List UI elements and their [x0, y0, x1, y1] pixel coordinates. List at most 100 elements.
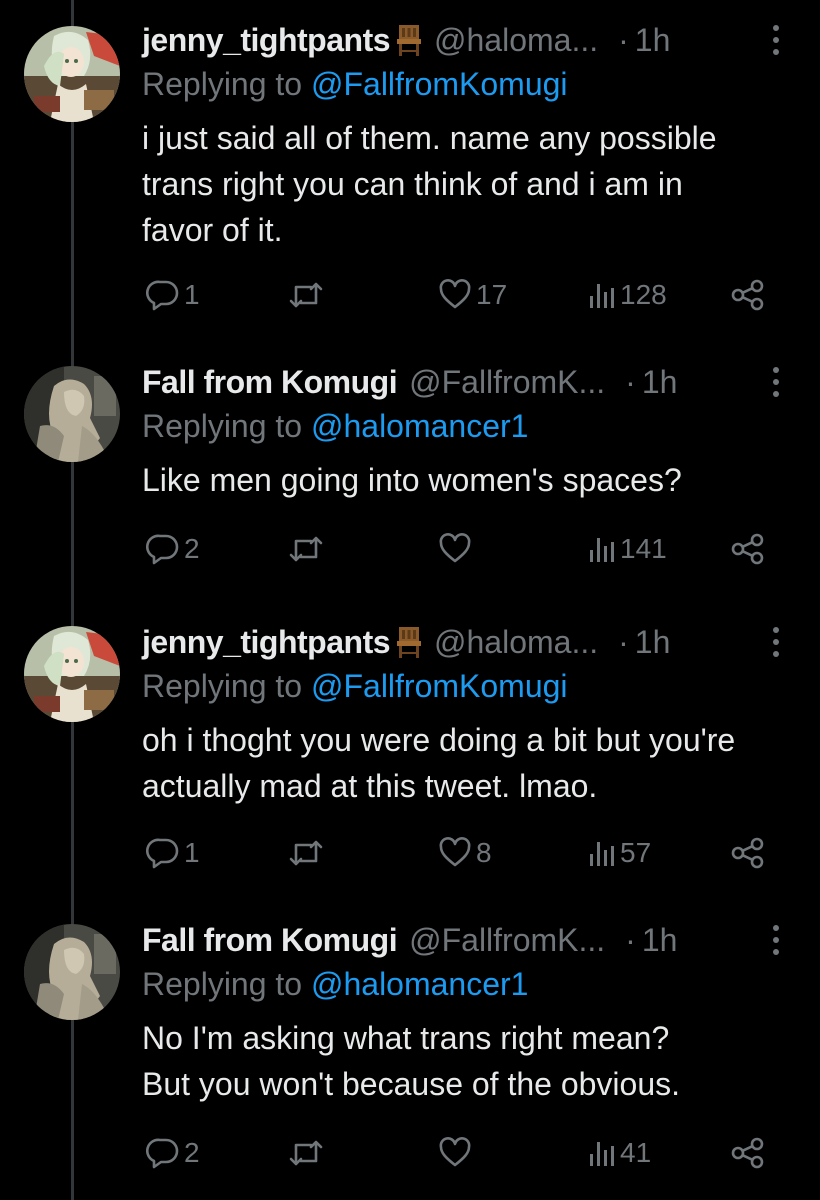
reply-count: 1: [184, 837, 200, 868]
share-button[interactable]: [730, 273, 766, 317]
views-icon: [590, 842, 614, 866]
timestamp[interactable]: 1h: [635, 22, 671, 59]
anime-character-avatar-image: [24, 626, 120, 722]
action-bar: 2 141: [0, 527, 820, 571]
tweet-text: No I'm asking what trans right mean? But…: [142, 1015, 792, 1107]
tweet-text-line: But you won't because of the obvious.: [142, 1066, 681, 1102]
reply-icon: [146, 534, 179, 565]
tweet-text: i just said all of them. name any possib…: [142, 115, 792, 253]
more-icon[interactable]: [766, 364, 786, 400]
reply-count: 2: [184, 1137, 200, 1168]
heart-icon: [439, 533, 471, 563]
author-name[interactable]: Fall from Komugi: [142, 364, 398, 401]
views-button[interactable]: 141: [588, 527, 667, 571]
like-button[interactable]: [438, 527, 476, 571]
share-button[interactable]: [730, 831, 766, 875]
author-handle[interactable]: @FallfromK...: [409, 364, 605, 401]
views-icon: [590, 1142, 614, 1166]
views-button[interactable]: 128: [588, 273, 667, 317]
reply-mention-link[interactable]: @halomancer1: [311, 966, 528, 1002]
action-bar: 2 41: [0, 1131, 820, 1175]
author-handle[interactable]: @haloma...: [434, 624, 598, 661]
tweet-text: Like men going into women's spaces?: [142, 457, 792, 503]
avatar[interactable]: [24, 924, 120, 1020]
views-count: 128: [620, 279, 667, 310]
views-icon: [590, 284, 614, 308]
more-icon[interactable]: [766, 922, 786, 958]
repost-button[interactable]: [287, 1131, 329, 1175]
author-name[interactable]: jenny_tightpants: [142, 624, 391, 661]
reply-mention-link[interactable]: @halomancer1: [311, 408, 528, 444]
tweet-header: Fall from Komugi @FallfromK... · 1h: [142, 918, 742, 962]
action-bar: 1 8 57: [0, 831, 820, 875]
replying-to-label: Replying to: [142, 966, 311, 1002]
timestamp[interactable]: 1h: [642, 364, 678, 401]
author-name[interactable]: jenny_tightpants: [142, 22, 391, 59]
reply-icon: [146, 1138, 179, 1169]
views-count: 141: [620, 533, 667, 564]
separator-dot: ·: [625, 363, 636, 400]
repost-icon: [289, 536, 323, 562]
views-button[interactable]: 57: [588, 831, 651, 875]
tweet-text-line: Like men going into women's spaces?: [142, 462, 682, 498]
reply-icon: [146, 838, 179, 869]
repost-button[interactable]: [287, 273, 329, 317]
replying-to: Replying to @halomancer1: [142, 966, 528, 1003]
chair-icon: [396, 625, 422, 659]
more-icon[interactable]: [766, 22, 786, 58]
reply-mention-link[interactable]: @FallfromKomugi: [311, 66, 568, 102]
tweet-header: jenny_tightpants @haloma... · 1h: [142, 620, 742, 664]
heart-icon: [439, 1137, 471, 1167]
tweet-text-line: oh i thoght you were doing a bit but you…: [142, 722, 736, 758]
tweet-text-line: i just said all of them. name any possib…: [142, 120, 717, 156]
author-name[interactable]: Fall from Komugi: [142, 922, 398, 959]
share-icon: [731, 1137, 764, 1169]
like-button[interactable]: [438, 1131, 476, 1175]
like-button[interactable]: 17: [438, 273, 507, 317]
timestamp[interactable]: 1h: [635, 624, 671, 661]
thread-connector-line: [71, 0, 74, 1200]
views-count: 41: [620, 1137, 652, 1168]
avatar[interactable]: [24, 366, 120, 462]
reply-button[interactable]: 1: [146, 831, 200, 875]
share-icon: [731, 837, 764, 869]
replying-to-label: Replying to: [142, 66, 311, 102]
chair-icon: [396, 23, 422, 57]
reply-count: 1: [184, 279, 200, 310]
replying-to-label: Replying to: [142, 668, 311, 704]
repost-button[interactable]: [287, 527, 329, 571]
repost-icon: [289, 1140, 323, 1166]
author-handle[interactable]: @haloma...: [434, 22, 598, 59]
repost-button[interactable]: [287, 831, 329, 875]
reply-button[interactable]: 2: [146, 1131, 200, 1175]
repost-icon: [289, 282, 323, 308]
replying-to: Replying to @FallfromKomugi: [142, 668, 568, 705]
like-button[interactable]: 8: [438, 831, 492, 875]
tweet-header: jenny_tightpants @haloma... · 1h: [142, 18, 742, 62]
tweet-text-line: favor of it.: [142, 212, 283, 248]
share-button[interactable]: [730, 527, 766, 571]
replying-to: Replying to @FallfromKomugi: [142, 66, 568, 103]
share-icon: [731, 533, 764, 565]
separator-dot: ·: [618, 623, 629, 660]
avatar[interactable]: [24, 626, 120, 722]
more-icon[interactable]: [766, 624, 786, 660]
tweet-text: oh i thoght you were doing a bit but you…: [142, 717, 792, 809]
action-bar: 1 17 128: [0, 273, 820, 317]
timestamp[interactable]: 1h: [642, 922, 678, 959]
reply-count: 2: [184, 533, 200, 564]
avatar[interactable]: [24, 26, 120, 122]
statue-avatar-image: [24, 366, 120, 462]
reply-mention-link[interactable]: @FallfromKomugi: [311, 668, 568, 704]
share-button[interactable]: [730, 1131, 766, 1175]
tweet-header: Fall from Komugi @FallfromK... · 1h: [142, 360, 742, 404]
author-handle[interactable]: @FallfromK...: [409, 922, 605, 959]
tweet-text-line: trans right you can think of and i am in: [142, 166, 683, 202]
anime-character-avatar-image: [24, 26, 120, 122]
statue-avatar-image: [24, 924, 120, 1020]
reply-button[interactable]: 1: [146, 273, 200, 317]
separator-dot: ·: [625, 921, 636, 958]
views-button[interactable]: 41: [588, 1131, 651, 1175]
reply-button[interactable]: 2: [146, 527, 200, 571]
tweet-text-line: No I'm asking what trans right mean?: [142, 1020, 670, 1056]
